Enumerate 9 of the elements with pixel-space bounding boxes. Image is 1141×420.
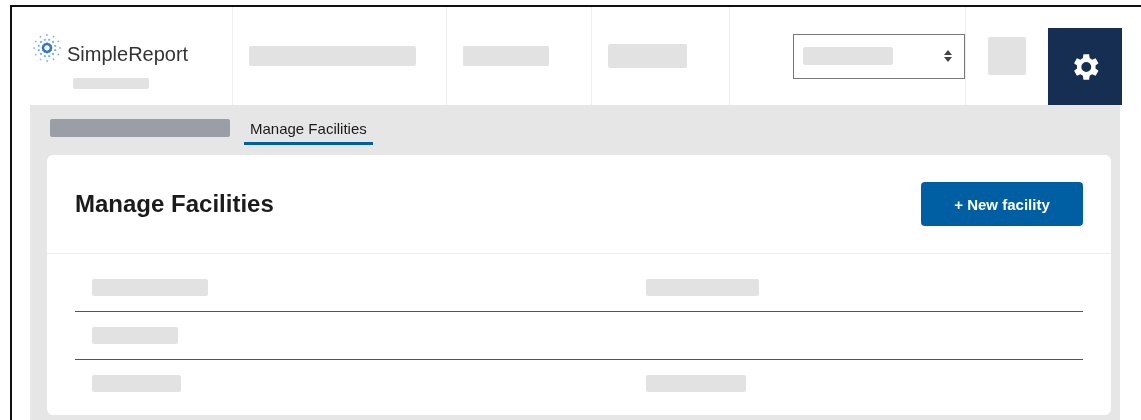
placeholder-bar bbox=[988, 37, 1027, 75]
logo-icon bbox=[31, 31, 63, 64]
settings-button[interactable] bbox=[1048, 28, 1122, 105]
breadcrumb-tab[interactable]: Manage Facilities bbox=[244, 119, 373, 145]
page-title: Manage Facilities bbox=[75, 190, 274, 218]
new-facility-button[interactable]: + New facility bbox=[921, 182, 1083, 226]
logo-text: SimpleReport bbox=[67, 43, 189, 66]
select-field[interactable] bbox=[793, 33, 966, 79]
sort-icon bbox=[944, 50, 953, 62]
